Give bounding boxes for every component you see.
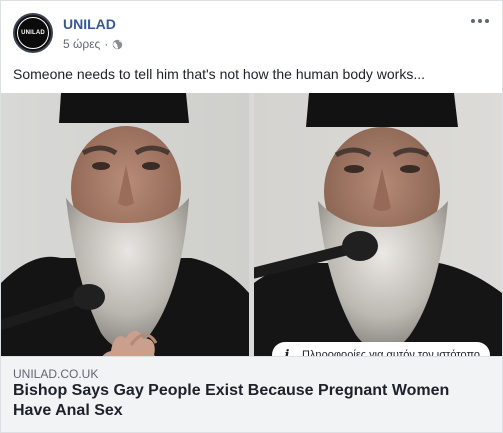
avatar[interactable]: UNILAD: [13, 13, 53, 53]
more-horizontal-icon-dot: [485, 19, 489, 23]
page-name-link[interactable]: UNILAD: [63, 16, 116, 32]
post-meta: 5 ώρες ·: [63, 37, 123, 51]
more-horizontal-icon-dot: [471, 19, 475, 23]
link-headline[interactable]: Bishop Says Gay People Exist Because Pre…: [13, 381, 490, 421]
video-frame-right: [254, 93, 502, 356]
link-preview[interactable]: UNILAD.CO.UK Bishop Says Gay People Exis…: [1, 356, 502, 432]
meta-separator: ·: [104, 37, 109, 51]
link-domain: UNILAD.CO.UK: [13, 367, 99, 381]
video-frame-left: [1, 93, 249, 356]
globe-icon[interactable]: [112, 39, 123, 50]
post-timestamp[interactable]: 5 ώρες: [63, 37, 100, 51]
post-caption: Someone needs to tell him that's not how…: [13, 66, 426, 82]
facebook-post: UNILAD UNILAD 5 ώρες · Someone needs to …: [0, 0, 503, 433]
unilad-logo: UNILAD: [17, 17, 49, 49]
post-media-image[interactable]: [1, 93, 502, 356]
more-horizontal-icon-dot: [478, 19, 482, 23]
more-options-button[interactable]: [468, 13, 492, 29]
